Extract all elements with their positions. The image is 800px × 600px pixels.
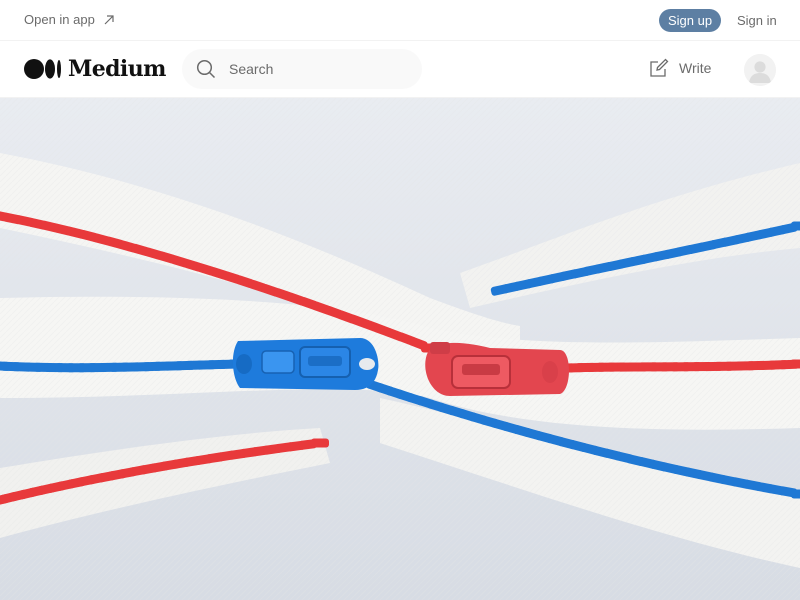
zipper-tooth	[311, 438, 329, 448]
open-in-app-label: Open in app	[24, 12, 95, 27]
write-button[interactable]: Write	[649, 58, 711, 78]
avatar[interactable]	[744, 54, 776, 86]
logo-wordmark: Medium	[68, 56, 166, 82]
arrow-up-right-icon	[104, 14, 114, 24]
search-box[interactable]	[182, 49, 422, 89]
red-slider	[425, 342, 569, 396]
search-input[interactable]	[229, 61, 399, 77]
blue-slider	[232, 338, 379, 390]
main-header: Medium Write	[0, 41, 800, 98]
hero-image	[0, 98, 800, 600]
zipper-tapes	[0, 98, 800, 600]
top-banner: Open in app Sign up Sign in	[0, 0, 800, 41]
zipper-tooth	[791, 221, 800, 231]
sign-up-button[interactable]: Sign up	[659, 9, 721, 32]
medium-logo[interactable]: Medium	[24, 56, 166, 82]
zipper-photo	[0, 98, 800, 600]
search-icon	[196, 59, 216, 79]
write-icon	[650, 58, 669, 77]
zipper-tooth	[791, 489, 800, 499]
medium-logo-icon	[24, 59, 61, 79]
open-in-app-link[interactable]: Open in app	[24, 12, 115, 27]
user-placeholder-icon	[744, 54, 776, 86]
write-label: Write	[679, 60, 712, 76]
sign-in-link[interactable]: Sign in	[737, 13, 777, 28]
zipper-tooth	[790, 359, 800, 369]
